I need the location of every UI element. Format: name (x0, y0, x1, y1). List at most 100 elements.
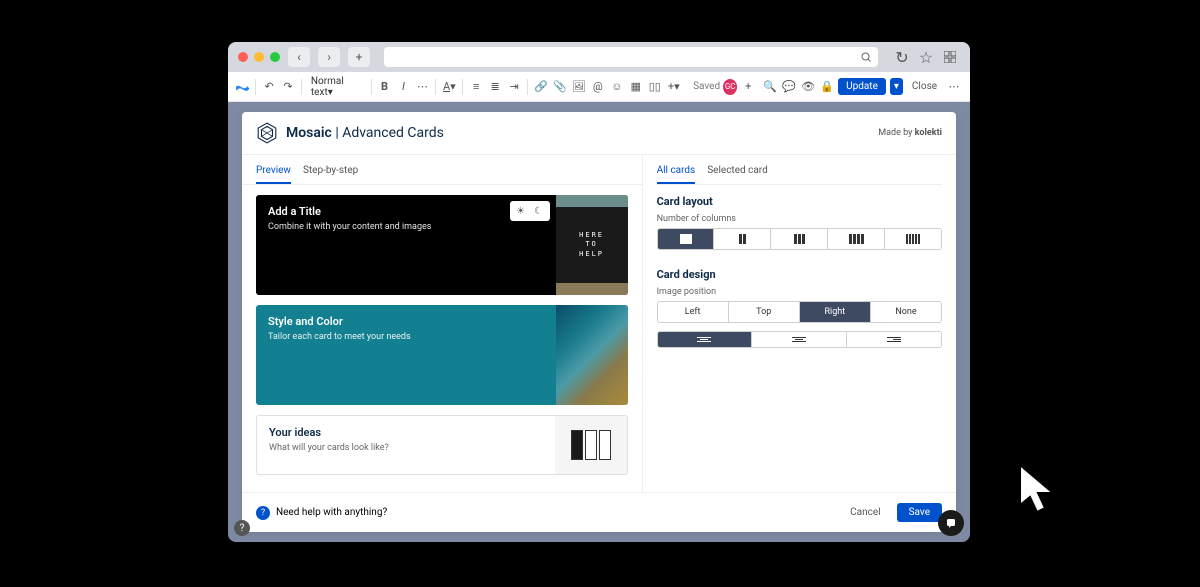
more-icon[interactable]: ⋯ (946, 78, 962, 96)
maximize-window-icon[interactable] (270, 52, 280, 62)
card-image: HERE TO HELP (556, 195, 628, 295)
align-right[interactable] (847, 332, 941, 347)
attachment-icon[interactable]: 📎 (552, 78, 568, 96)
cancel-button[interactable]: Cancel (842, 503, 888, 522)
close-window-icon[interactable] (238, 52, 248, 62)
left-tabs: Preview Step-by-step (242, 155, 642, 185)
image-pos-top[interactable]: Top (729, 302, 800, 322)
help-badge[interactable]: ? (234, 520, 250, 536)
comment-icon[interactable]: 💬 (781, 78, 797, 96)
preview-card-2[interactable]: Style and Color Tailor each card to meet… (256, 305, 628, 405)
card-subtitle: Combine it with your content and images (268, 222, 544, 232)
four-column-icon (849, 234, 864, 244)
image-pos-left[interactable]: Left (658, 302, 729, 322)
columns-2[interactable] (714, 229, 771, 249)
columns-5[interactable] (885, 229, 941, 249)
table-icon[interactable]: ▦ (628, 78, 644, 96)
traffic-lights (238, 52, 280, 62)
mosaic-logo-icon (256, 122, 278, 144)
search-icon (860, 51, 872, 63)
tab-selected-card[interactable]: Selected card (707, 159, 768, 184)
panel-title: Mosaic | Advanced Cards (286, 125, 444, 141)
two-column-icon (739, 234, 746, 244)
redo-icon[interactable]: ↷ (280, 78, 296, 96)
align-left[interactable] (658, 332, 753, 347)
panel-header: Mosaic | Advanced Cards Made by kolekti (242, 112, 956, 155)
image-pos-none[interactable]: None (871, 302, 941, 322)
align-center[interactable] (752, 332, 847, 347)
find-icon[interactable]: 🔍 (762, 78, 778, 96)
card-layout-heading: Card layout (657, 195, 942, 208)
apps-icon[interactable] (940, 47, 960, 67)
text-color-icon[interactable]: A▾ (441, 78, 457, 96)
add-collaborator-icon[interactable]: + (740, 78, 756, 96)
minimize-window-icon[interactable] (254, 52, 264, 62)
columns-1[interactable] (658, 229, 715, 249)
one-column-icon (680, 234, 692, 244)
columns-3[interactable] (771, 229, 828, 249)
theme-toggle[interactable]: ☀ ☾ (510, 201, 550, 221)
align-left-icon (697, 337, 711, 342)
align-right-icon (887, 337, 901, 342)
right-tabs: All cards Selected card (657, 155, 942, 185)
indent-icon[interactable]: ⇥ (506, 78, 522, 96)
dark-mode-icon[interactable]: ☾ (530, 203, 548, 219)
emoji-icon[interactable]: ☺ (609, 78, 625, 96)
update-dropdown[interactable]: ▾ (890, 78, 903, 95)
save-button[interactable]: Save (897, 503, 942, 522)
reload-icon[interactable]: ↻ (892, 47, 912, 67)
intercom-launcher[interactable] (938, 510, 964, 536)
card-design-heading: Card design (657, 268, 942, 281)
mosaic-panel: Mosaic | Advanced Cards Made by kolekti … (242, 112, 956, 532)
alignment-segmented (657, 331, 942, 348)
image-icon[interactable]: 🖼 (571, 78, 587, 96)
numbered-list-icon[interactable]: ≣ (487, 78, 503, 96)
card-subtitle: Tailor each card to meet your needs (268, 332, 544, 342)
user-avatar[interactable]: GC (723, 79, 737, 95)
close-button[interactable]: Close (906, 78, 943, 95)
light-mode-icon[interactable]: ☀ (512, 203, 530, 219)
image-pos-right[interactable]: Right (800, 302, 871, 322)
card-title: Add a Title (268, 205, 544, 218)
update-button[interactable]: Update (838, 78, 886, 95)
card-image (555, 416, 627, 474)
made-by: Made by kolekti (878, 128, 942, 138)
columns-segmented (657, 228, 942, 250)
help-text[interactable]: Need help with anything? (276, 507, 387, 518)
layout-icon[interactable]: ▯▯ (647, 78, 663, 96)
bold-icon[interactable]: B (377, 78, 393, 96)
more-formatting-icon[interactable]: ⋯ (414, 78, 430, 96)
preview-area: Add a Title Combine it with your content… (242, 185, 642, 492)
help-icon[interactable]: ? (256, 506, 270, 520)
url-bar[interactable] (384, 47, 878, 67)
intercom-icon (945, 517, 957, 529)
undo-icon[interactable]: ↶ (261, 78, 277, 96)
mention-icon[interactable]: @ (590, 78, 606, 96)
bullet-list-icon[interactable]: ≡ (468, 78, 484, 96)
tab-step-by-step[interactable]: Step-by-step (303, 159, 358, 184)
insert-icon[interactable]: +▾ (666, 78, 682, 96)
link-icon[interactable]: 🔗 (533, 78, 549, 96)
text-style-select[interactable]: Normal text▾ (307, 74, 366, 100)
tab-all-cards[interactable]: All cards (657, 159, 696, 184)
tab-preview[interactable]: Preview (256, 159, 291, 184)
card-title: Style and Color (268, 315, 544, 328)
preview-card-1[interactable]: Add a Title Combine it with your content… (256, 195, 628, 295)
italic-icon[interactable]: I (396, 78, 412, 96)
preview-icon[interactable]: 👁 (800, 78, 816, 96)
columns-4[interactable] (828, 229, 885, 249)
three-column-icon (794, 234, 805, 244)
new-tab-button[interactable]: + (348, 47, 370, 67)
card-title: Your ideas (269, 426, 543, 439)
forward-button[interactable]: › (318, 47, 340, 67)
star-icon[interactable]: ☆ (916, 47, 936, 67)
back-button[interactable]: ‹ (288, 47, 310, 67)
preview-card-3[interactable]: Your ideas What will your cards look lik… (256, 415, 628, 475)
lock-icon[interactable]: 🔒 (819, 78, 835, 96)
browser-chrome: ‹ › + ↻ ☆ (228, 42, 970, 72)
align-center-icon (792, 337, 806, 342)
card-image (556, 305, 628, 405)
five-column-icon (906, 234, 920, 244)
saved-status: Saved (693, 81, 720, 92)
editor-toolbar: ↶ ↷ Normal text▾ B I ⋯ A▾ ≡ ≣ ⇥ 🔗 📎 🖼 @ … (228, 72, 970, 102)
